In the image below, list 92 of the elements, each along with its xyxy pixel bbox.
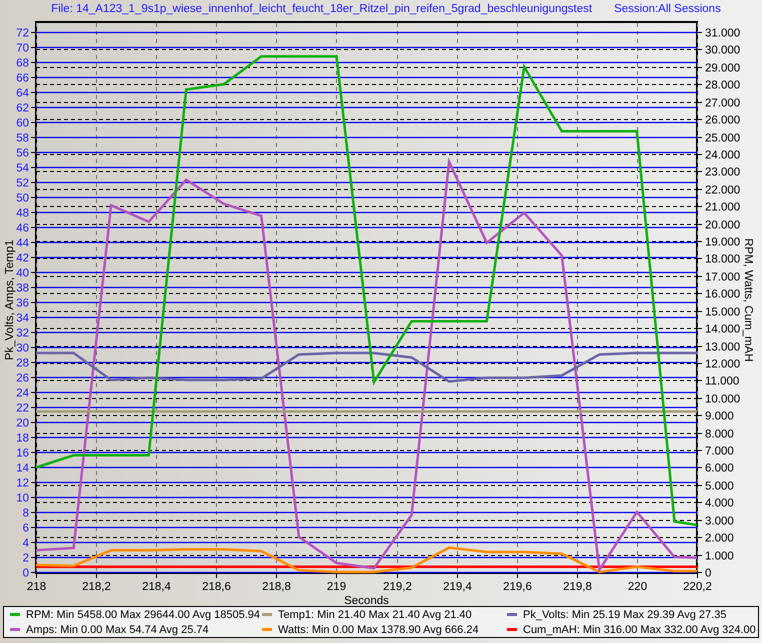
tick-label: 26.000 <box>705 114 740 126</box>
legend-label: Pk_Volts: Min 25.19 Max 29.39 Avg 27.35 <box>523 608 726 622</box>
tick-label: 1.000 <box>705 550 734 562</box>
tick-label: 38 <box>16 282 29 294</box>
tick-label: 15.000 <box>705 306 740 318</box>
tick-label: 0 <box>705 568 712 580</box>
tick-label: 12 <box>16 478 29 490</box>
tick-label: 42 <box>16 252 29 264</box>
tick-label: 48 <box>16 208 29 220</box>
legend-label: RPM: Min 5458.00 Max 29644.00 Avg 18505.94 <box>26 608 260 622</box>
tick-label: 218,6 <box>202 581 231 593</box>
tick-label: 219 <box>326 581 346 593</box>
tick-label: 20.000 <box>705 220 740 232</box>
tick-label: 60 <box>16 118 29 130</box>
tick-label: 23.000 <box>705 166 740 178</box>
tick-label: 8.000 <box>705 428 734 440</box>
tick-label: 64 <box>16 88 29 100</box>
tick-label: 40 <box>16 268 29 280</box>
axis-title: Pk_Volts, Amps, Temp1 <box>4 240 16 360</box>
tick-label: 46 <box>16 222 29 234</box>
tick-label: 19.000 <box>705 236 740 248</box>
tick-label: 62 <box>16 102 29 114</box>
tick-label: 70 <box>16 42 29 54</box>
tick-label: 58 <box>16 132 29 144</box>
tick-label: 36 <box>16 298 29 310</box>
axis-title: Seconds <box>344 595 389 606</box>
tick-label: 2.000 <box>705 532 734 544</box>
tick-label: 24.000 <box>705 150 740 162</box>
tick-label: 18 <box>16 432 29 444</box>
tick-label: 218,4 <box>142 581 171 593</box>
tick-label: 54 <box>16 162 29 174</box>
tick-label: 220,2 <box>683 581 712 593</box>
tick-label: 25.000 <box>705 132 740 144</box>
tick-label: 4 <box>22 538 29 550</box>
tick-label: 34 <box>16 312 29 324</box>
tick-label: 4.000 <box>705 498 734 510</box>
tick-label: 219,8 <box>563 581 592 593</box>
tick-label: 72 <box>16 28 29 40</box>
tick-label: 16 <box>16 448 29 460</box>
chart-title: File: 14_A123_1_9s1p_wiese_innenhof_leicht_feucht_18er_Ritzel_pin_reifen_5grad_beschleunigungstest <box>51 2 592 16</box>
tick-label: 28 <box>16 358 29 370</box>
tick-label: 219,6 <box>503 581 532 593</box>
tick-label: 12.000 <box>705 358 740 370</box>
tick-label: 220 <box>628 581 648 593</box>
tick-label: 9.000 <box>705 410 734 422</box>
tick-label: 218,2 <box>82 581 111 593</box>
tick-label: 29.000 <box>705 62 740 74</box>
tick-label: 218,8 <box>262 581 291 593</box>
tick-label: 21.000 <box>705 202 740 214</box>
tick-label: 6.000 <box>705 462 734 474</box>
tick-label: 18.000 <box>705 254 740 266</box>
tick-label: 30 <box>16 342 29 354</box>
tick-label: 219,4 <box>443 581 472 593</box>
tick-label: 219,2 <box>383 581 412 593</box>
tick-label: 28.000 <box>705 80 740 92</box>
tick-label: 56 <box>16 148 29 160</box>
legend-label: Watts: Min 0.00 Max 1378.90 Avg 666.24 <box>278 622 479 636</box>
tick-label: 68 <box>16 58 29 70</box>
tick-label: 2 <box>22 552 29 564</box>
tick-label: 24 <box>16 388 29 400</box>
tick-label: 10 <box>16 492 29 504</box>
tick-label: 30.000 <box>705 44 740 56</box>
tick-label: 3.000 <box>705 516 734 528</box>
tick-label: 8 <box>22 508 29 520</box>
tick-label: 44 <box>16 238 29 250</box>
tick-label: 26 <box>16 372 29 384</box>
tick-label: 10.000 <box>705 394 740 406</box>
tick-label: 52 <box>16 178 29 190</box>
tick-label: 7.000 <box>705 446 734 458</box>
tick-label: 31.000 <box>705 28 740 40</box>
tick-label: 22 <box>16 402 29 414</box>
legend-label: Cum_mAH: Min 316.00 Max 332.00 Avg 324.00 <box>523 622 756 636</box>
tick-label: 17.000 <box>705 272 740 284</box>
tick-label: 16.000 <box>705 288 740 300</box>
tick-label: 218 <box>26 581 46 593</box>
legend-label: Temp1: Min 21.40 Max 21.40 Avg 21.40 <box>278 608 472 622</box>
tick-label: 13.000 <box>705 342 740 354</box>
session-label: Session:All Sessions <box>614 2 721 16</box>
tick-label: 27.000 <box>705 98 740 110</box>
tick-label: 14.000 <box>705 324 740 336</box>
tick-label: 20 <box>16 418 29 430</box>
tick-label: 14 <box>16 462 29 474</box>
tick-label: 66 <box>16 72 29 84</box>
tick-label: 6 <box>22 522 29 534</box>
tick-label: 22.000 <box>705 184 740 196</box>
tick-label: 50 <box>16 192 29 204</box>
axis-title: RPM, Watts, Cum_mAH <box>742 238 754 362</box>
tick-label: 32 <box>16 328 29 340</box>
tick-label: 11.000 <box>705 376 740 388</box>
legend-label: Amps: Min 0.00 Max 54.74 Avg 25.74 <box>26 622 209 636</box>
tick-label: 5.000 <box>705 480 734 492</box>
tick-label: 0 <box>22 568 29 580</box>
